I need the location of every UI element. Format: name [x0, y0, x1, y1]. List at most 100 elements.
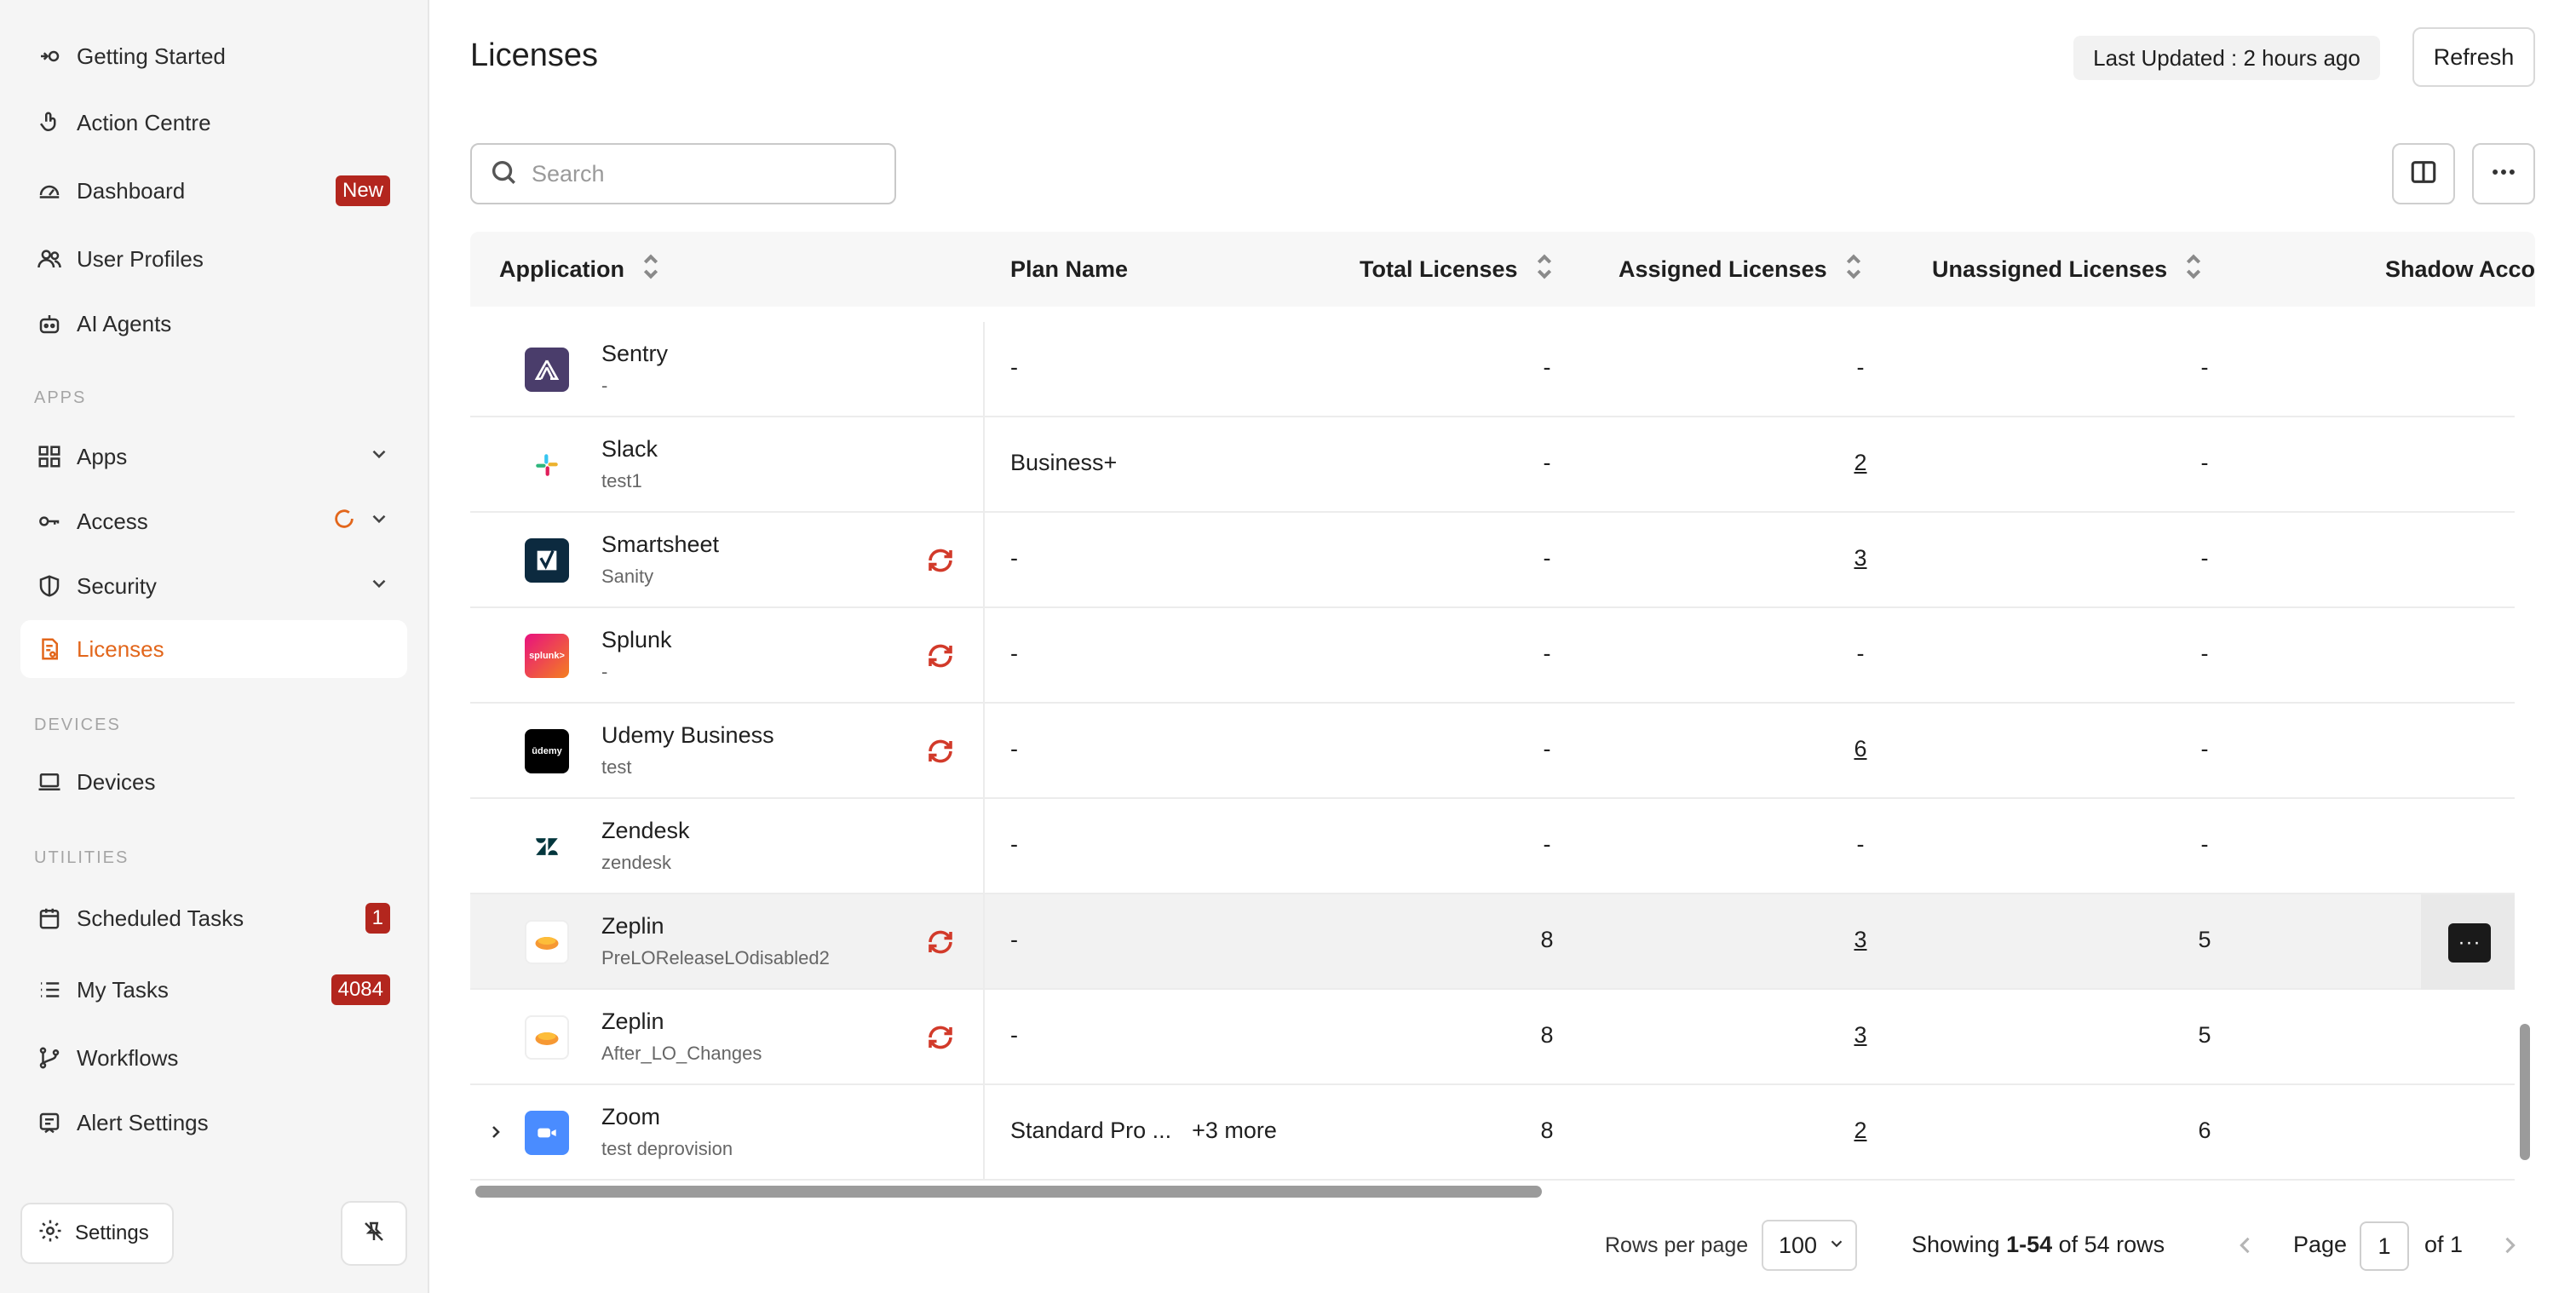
app-name[interactable]: Splunk	[601, 627, 672, 653]
chevron-down-icon[interactable]	[368, 443, 390, 471]
app-name[interactable]: Zoom	[601, 1104, 660, 1130]
assigned-licenses-link[interactable]: 2	[1835, 1118, 1886, 1144]
shield-icon	[36, 572, 63, 600]
app-instance: Sanity	[601, 566, 654, 587]
sync-icon[interactable]	[925, 1022, 956, 1057]
plan-name-cell: Standard Pro ... +3 more	[1010, 1118, 1277, 1143]
unassigned-licenses-cell: -	[2200, 831, 2209, 857]
zeplin-logo-icon	[525, 920, 569, 964]
sidebar-item-label: Scheduled Tasks	[77, 905, 244, 931]
gear-icon	[37, 1218, 75, 1250]
settings-button[interactable]: Settings	[20, 1203, 174, 1264]
app-name[interactable]: Zendesk	[601, 818, 690, 844]
table-row[interactable]: Zendesk zendesk - - - -	[470, 799, 2515, 894]
sort-icon[interactable]	[1518, 254, 1554, 285]
previous-page-button[interactable]	[2234, 1232, 2257, 1263]
sidebar-item-user-profiles[interactable]: User Profiles	[20, 230, 407, 288]
unassigned-licenses-cell: -	[2200, 736, 2209, 761]
sidebar-item-label: AI Agents	[77, 310, 172, 336]
table-row[interactable]: Slack test1 Business+ - 2 -	[470, 417, 2515, 513]
sort-icon[interactable]	[1827, 254, 1863, 285]
app-name[interactable]: Udemy Business	[601, 722, 774, 749]
refresh-button[interactable]: Refresh	[2412, 27, 2535, 87]
sidebar-item-label: Dashboard	[77, 177, 186, 204]
udemy-logo-icon: ūdemy	[525, 729, 569, 773]
plan-name-cell: -	[1010, 1022, 1018, 1048]
assigned-licenses-link[interactable]: 6	[1835, 736, 1886, 762]
sidebar-item-scheduled-tasks[interactable]: Scheduled Tasks 1	[20, 889, 407, 947]
sync-icon[interactable]	[925, 927, 956, 962]
search-input[interactable]	[532, 160, 872, 187]
table-row-highlighted[interactable]: Zeplin PreLOReleaseLOdisabled2 - 8 3 5 ·…	[470, 894, 2515, 990]
sidebar-item-workflows[interactable]: Workflows	[20, 1029, 407, 1087]
next-page-button[interactable]	[2498, 1232, 2521, 1263]
unassigned-licenses-cell: 6	[2198, 1118, 2211, 1143]
app-name[interactable]: Slack	[601, 436, 658, 463]
column-header-assigned-licenses[interactable]: Assigned Licenses	[1619, 232, 1863, 307]
app-name[interactable]: Smartsheet	[601, 532, 719, 558]
table-row[interactable]: ūdemy Udemy Business test - - 6 -	[470, 704, 2515, 799]
chevron-right-icon[interactable]	[486, 1121, 506, 1147]
sidebar-item-security[interactable]: Security	[20, 557, 407, 615]
laptop-icon	[36, 768, 63, 796]
rows-per-page-select[interactable]: 100	[1762, 1220, 1857, 1271]
column-header-unassigned-licenses[interactable]: Unassigned Licenses	[1932, 232, 2203, 307]
rows-per-page-label: Rows per page	[1605, 1233, 1749, 1257]
sort-icon[interactable]	[2167, 254, 2203, 285]
app-name[interactable]: Sentry	[601, 341, 668, 367]
sidebar-item-action-centre[interactable]: Action Centre	[20, 94, 407, 152]
column-toggle-button[interactable]	[2392, 143, 2455, 204]
sync-icon[interactable]	[925, 641, 956, 675]
zoom-logo-icon	[525, 1111, 569, 1155]
assigned-licenses-link[interactable]: 3	[1835, 927, 1886, 953]
horizontal-scrollbar[interactable]	[475, 1186, 1542, 1198]
slack-logo-icon	[525, 443, 569, 487]
vertical-scrollbar[interactable]	[2520, 1024, 2530, 1160]
assigned-licenses-link[interactable]: 3	[1835, 545, 1886, 572]
branch-icon	[36, 1044, 63, 1072]
sidebar-item-dashboard[interactable]: Dashboard New	[20, 162, 407, 220]
sidebar-item-licenses[interactable]: Licenses	[20, 620, 407, 678]
column-header-application[interactable]: Application	[499, 232, 660, 307]
total-licenses-cell: 8	[1540, 927, 1554, 952]
app-name[interactable]: Zeplin	[601, 1009, 664, 1035]
table-row[interactable]: splunk> Splunk - - - - -	[470, 608, 2515, 704]
sidebar-item-apps[interactable]: Apps	[20, 428, 407, 486]
total-licenses-cell: -	[1543, 641, 1551, 666]
sort-icon[interactable]	[624, 254, 660, 285]
app-instance: test deprovision	[601, 1138, 733, 1159]
sidebar-item-access[interactable]: Access	[20, 492, 407, 550]
sidebar-item-ai-agents[interactable]: AI Agents	[20, 295, 407, 353]
column-header-total-licenses[interactable]: Total Licenses	[1360, 232, 1554, 307]
app-name[interactable]: Zeplin	[601, 913, 664, 940]
app-instance: -	[601, 661, 608, 682]
unpin-sidebar-button[interactable]	[341, 1201, 407, 1266]
sidebar: Getting Started Action Centre Dashboard …	[0, 0, 429, 1293]
more-plans-link[interactable]: +3 more	[1192, 1118, 1277, 1143]
page-number-input[interactable]: 1	[2360, 1221, 2409, 1271]
table-row[interactable]: Smartsheet Sanity - - 3 -	[470, 513, 2515, 608]
more-options-button[interactable]	[2472, 143, 2535, 204]
sync-icon[interactable]	[925, 545, 956, 580]
chevron-down-icon[interactable]	[368, 508, 390, 536]
sidebar-item-alert-settings[interactable]: Alert Settings	[20, 1094, 407, 1152]
sidebar-item-label: Licenses	[77, 635, 164, 662]
plan-name-cell: -	[1010, 641, 1018, 666]
assigned-licenses-link[interactable]: 3	[1835, 1022, 1886, 1049]
assigned-licenses-link[interactable]: 2	[1835, 450, 1886, 476]
sidebar-item-devices[interactable]: Devices	[20, 753, 407, 811]
search-box[interactable]	[470, 143, 896, 204]
app-instance: -	[601, 375, 608, 396]
unassigned-licenses-cell: 5	[2198, 927, 2211, 952]
sidebar-item-getting-started[interactable]: Getting Started	[20, 27, 407, 85]
table-row[interactable]: Zoom test deprovision Standard Pro ... +3…	[470, 1085, 2515, 1181]
table-header: Application Plan Name Total Licenses Ass…	[470, 232, 2535, 307]
count-badge: 4084	[331, 974, 390, 1005]
chevron-down-icon[interactable]	[368, 572, 390, 601]
last-updated-label: Last Updated : 2 hours ago	[2073, 36, 2380, 80]
sidebar-item-my-tasks[interactable]: My Tasks 4084	[20, 961, 407, 1019]
sync-icon[interactable]	[925, 736, 956, 771]
table-row[interactable]: Sentry - - - - -	[470, 322, 2515, 417]
table-row[interactable]: Zeplin After_LO_Changes - 8 3 5	[470, 990, 2515, 1085]
row-actions-button[interactable]: ···	[2448, 923, 2491, 963]
